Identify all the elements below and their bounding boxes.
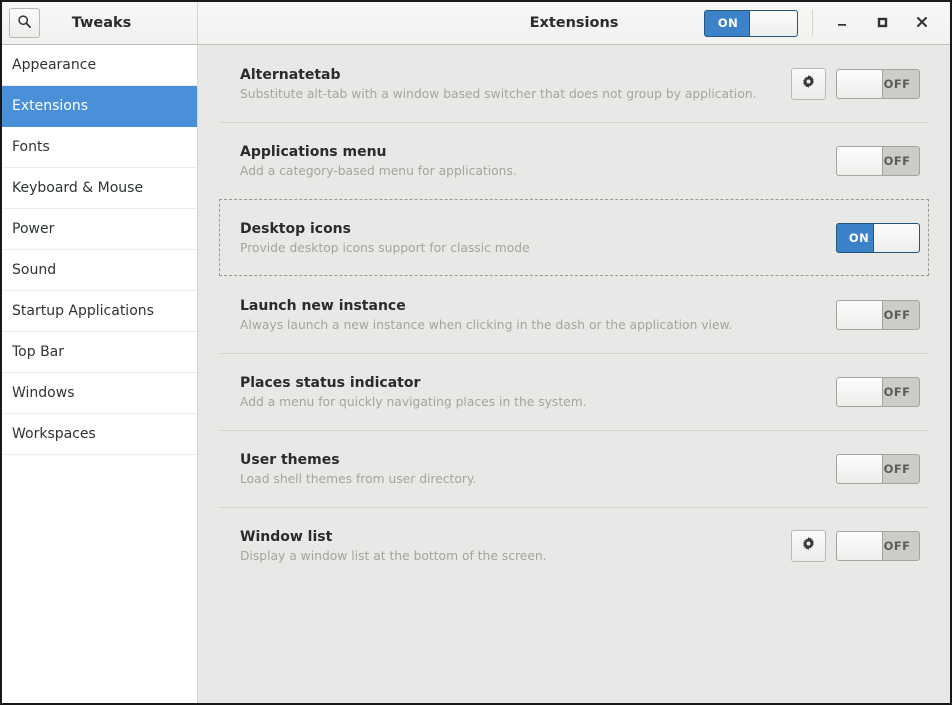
sidebar-item-sound[interactable]: Sound xyxy=(2,250,197,291)
extension-controls: OFF xyxy=(791,529,924,562)
extension-name: Applications menu xyxy=(240,143,387,160)
extension-row[interactable]: User themes Load shell themes from user d… xyxy=(219,430,929,507)
extension-description: Load shell themes from user directory. xyxy=(240,471,477,486)
extension-name: User themes xyxy=(240,451,340,468)
sidebar-item-extensions[interactable]: Extensions xyxy=(2,86,197,127)
extension-controls: OFF xyxy=(791,145,924,176)
extensions-list: Alternatetab Substitute alt-tab with a wi… xyxy=(198,45,950,703)
titlebar: Tweaks Extensions ON xyxy=(2,2,950,45)
extension-controls: OFF xyxy=(791,453,924,484)
extension-text: Places status indicator Add a menu for qu… xyxy=(240,375,791,409)
sidebar-item-keyboard-mouse[interactable]: Keyboard & Mouse xyxy=(2,168,197,209)
extension-row[interactable]: Window list Display a window list at the … xyxy=(219,507,929,584)
extension-toggle-switch[interactable]: OFF xyxy=(836,299,920,330)
extension-toggle-knob xyxy=(837,146,883,175)
titlebar-right-section: Extensions ON xyxy=(198,2,950,44)
extension-text: User themes Load shell themes from user d… xyxy=(240,452,791,486)
tweaks-window: Tweaks Extensions ON Appearance Extensio… xyxy=(0,0,952,705)
extension-controls: OFF xyxy=(791,299,924,330)
row-separator xyxy=(220,430,928,431)
extension-controls: ON xyxy=(791,222,924,253)
extension-name: Places status indicator xyxy=(240,374,421,391)
search-icon xyxy=(17,14,32,33)
sidebar-item-label: Sound xyxy=(12,262,57,278)
extension-name: Desktop icons xyxy=(240,220,351,237)
sidebar-item-label: Keyboard & Mouse xyxy=(12,180,144,196)
extension-text: Window list Display a window list at the … xyxy=(240,529,791,563)
extension-toggle-switch[interactable]: OFF xyxy=(836,453,920,484)
sidebar-item-top-bar[interactable]: Top Bar xyxy=(2,332,197,373)
gear-icon xyxy=(801,536,816,555)
extension-toggle-switch[interactable]: OFF xyxy=(836,145,920,176)
extension-description: Add a menu for quickly navigating places… xyxy=(240,394,587,409)
sidebar-item-label: Appearance xyxy=(12,57,97,73)
extension-description: Provide desktop icons support for classi… xyxy=(240,240,530,255)
extension-description: Always launch a new instance when clicki… xyxy=(240,317,733,332)
sidebar-item-startup-applications[interactable]: Startup Applications xyxy=(2,291,197,332)
extension-toggle-knob xyxy=(837,531,883,560)
global-extensions-toggle[interactable]: ON xyxy=(704,9,798,37)
extension-name: Window list xyxy=(240,528,333,545)
sidebar-item-label: Power xyxy=(12,221,55,237)
extension-row[interactable]: Launch new instance Always launch a new i… xyxy=(219,276,929,353)
sidebar-item-label: Extensions xyxy=(12,98,89,114)
sidebar-item-power[interactable]: Power xyxy=(2,209,197,250)
window-body: Appearance Extensions Fonts Keyboard & Mous… xyxy=(2,45,950,703)
sidebar-item-windows[interactable]: Windows xyxy=(2,373,197,414)
sidebar-item-label: Windows xyxy=(12,385,75,401)
extension-name: Alternatetab xyxy=(240,66,341,83)
extension-description: Substitute alt-tab with a window based s… xyxy=(240,86,757,101)
extension-text: Launch new instance Always launch a new i… xyxy=(240,298,791,332)
extension-toggle-knob xyxy=(837,377,883,406)
search-button[interactable] xyxy=(9,8,40,38)
extension-toggle-knob xyxy=(837,69,883,98)
extension-settings-button[interactable] xyxy=(791,67,826,100)
gear-icon xyxy=(801,74,816,93)
global-toggle-knob xyxy=(749,10,797,36)
row-separator xyxy=(220,122,928,123)
extension-text: Applications menu Add a category-based me… xyxy=(240,144,791,178)
row-separator xyxy=(220,507,928,508)
sidebar-item-workspaces[interactable]: Workspaces xyxy=(2,414,197,455)
extension-toggle-knob xyxy=(873,223,919,252)
extension-row[interactable]: Applications menu Add a category-based me… xyxy=(219,122,929,199)
sidebar-item-label: Fonts xyxy=(12,139,50,155)
sidebar-item-label: Workspaces xyxy=(12,426,96,442)
extension-name: Launch new instance xyxy=(240,297,406,314)
extension-text: Desktop icons Provide desktop icons suppo… xyxy=(240,221,791,255)
extension-controls: OFF xyxy=(791,67,924,100)
app-title: Tweaks xyxy=(71,15,132,31)
extension-text: Alternatetab Substitute alt-tab with a wi… xyxy=(240,67,791,101)
extension-toggle-knob xyxy=(837,454,883,483)
titlebar-left-section: Tweaks xyxy=(2,2,198,44)
extension-row[interactable]: Desktop icons Provide desktop icons suppo… xyxy=(219,199,929,276)
sidebar-item-label: Startup Applications xyxy=(12,303,154,319)
extension-toggle-switch[interactable]: OFF xyxy=(836,530,920,561)
extension-settings-button[interactable] xyxy=(791,529,826,562)
extension-controls: OFF xyxy=(791,376,924,407)
sidebar-item-appearance[interactable]: Appearance xyxy=(2,45,197,86)
global-toggle-label: ON xyxy=(717,16,739,30)
sidebar-item-fonts[interactable]: Fonts xyxy=(2,127,197,168)
page-title: Extensions xyxy=(529,15,619,31)
extension-row[interactable]: Places status indicator Add a menu for qu… xyxy=(219,353,929,430)
extension-toggle-switch[interactable]: OFF xyxy=(836,376,920,407)
extension-toggle-switch[interactable]: ON xyxy=(836,222,920,253)
extension-description: Display a window list at the bottom of t… xyxy=(240,548,547,563)
row-separator xyxy=(220,353,928,354)
extension-description: Add a category-based menu for applicatio… xyxy=(240,163,517,178)
sidebar: Appearance Extensions Fonts Keyboard & Mous… xyxy=(2,45,198,703)
extension-toggle-knob xyxy=(837,300,883,329)
sidebar-item-label: Top Bar xyxy=(12,344,65,360)
extension-toggle-switch[interactable]: OFF xyxy=(836,68,920,99)
extension-row[interactable]: Alternatetab Substitute alt-tab with a wi… xyxy=(219,45,929,122)
